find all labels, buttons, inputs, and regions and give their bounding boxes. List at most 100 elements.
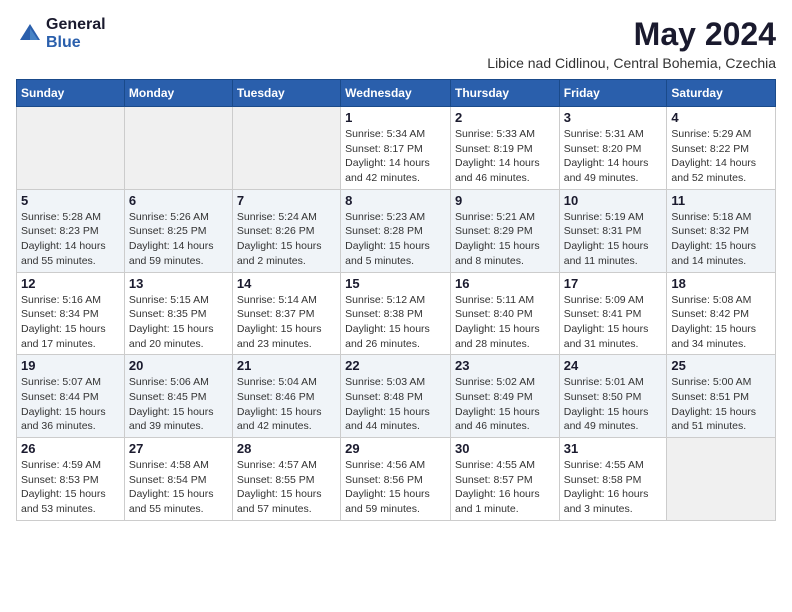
table-row: 12Sunrise: 5:16 AM Sunset: 8:34 PM Dayli… — [17, 272, 125, 355]
day-info: Sunrise: 5:15 AM Sunset: 8:35 PM Dayligh… — [129, 293, 228, 352]
logo-blue: Blue — [46, 34, 106, 52]
header-saturday: Saturday — [667, 80, 776, 107]
day-number: 2 — [455, 110, 555, 125]
day-info: Sunrise: 5:19 AM Sunset: 8:31 PM Dayligh… — [564, 210, 663, 269]
day-number: 16 — [455, 276, 555, 291]
table-row: 8 Sunrise: 5:23 AM Sunset: 8:28 PM Daylig… — [341, 189, 451, 272]
day-info: Sunrise: 5:06 AM Sunset: 8:45 PM Dayligh… — [129, 375, 228, 434]
page-header: General Blue May 2024 Libice nad Cidlino… — [16, 16, 776, 71]
day-info: Sunrise: 5:00 AM Sunset: 8:51 PM Dayligh… — [671, 375, 771, 434]
day-number: 9 — [455, 193, 555, 208]
day-number: 30 — [455, 441, 555, 456]
table-row — [17, 107, 125, 190]
table-row: 5Sunrise: 5:28 AM Sunset: 8:23 PM Daylig… — [17, 189, 125, 272]
table-row: 25 Sunrise: 5:00 AM Sunset: 8:51 PM Dayli… — [667, 355, 776, 438]
weekday-header-row: Sunday Monday Tuesday Wednesday Thursday… — [17, 80, 776, 107]
table-row: 15 Sunrise: 5:12 AM Sunset: 8:38 PM Dayli… — [341, 272, 451, 355]
header-friday: Friday — [559, 80, 667, 107]
calendar-week-row: 12Sunrise: 5:16 AM Sunset: 8:34 PM Dayli… — [17, 272, 776, 355]
table-row — [667, 438, 776, 521]
month-year-title: May 2024 — [487, 16, 776, 53]
table-row: 6 Sunrise: 5:26 AM Sunset: 8:25 PM Daylig… — [124, 189, 232, 272]
table-row: 10 Sunrise: 5:19 AM Sunset: 8:31 PM Dayli… — [559, 189, 667, 272]
day-info: Sunrise: 5:01 AM Sunset: 8:50 PM Dayligh… — [564, 375, 663, 434]
table-row: 2Sunrise: 5:33 AM Sunset: 8:19 PM Daylig… — [450, 107, 559, 190]
day-info: Sunrise: 5:21 AM Sunset: 8:29 PM Dayligh… — [455, 210, 555, 269]
day-info: Sunrise: 5:28 AM Sunset: 8:23 PM Dayligh… — [21, 210, 120, 269]
table-row — [124, 107, 232, 190]
day-info: Sunrise: 5:11 AM Sunset: 8:40 PM Dayligh… — [455, 293, 555, 352]
table-row: 29Sunrise: 4:56 AM Sunset: 8:56 PM Dayli… — [341, 438, 451, 521]
logo: General Blue — [16, 16, 106, 51]
table-row: 16 Sunrise: 5:11 AM Sunset: 8:40 PM Dayli… — [450, 272, 559, 355]
table-row: 1Sunrise: 5:34 AM Sunset: 8:17 PM Daylig… — [341, 107, 451, 190]
logo-general: General — [46, 16, 106, 34]
location-label: Libice nad Cidlinou, Central Bohemia, Cz… — [487, 55, 776, 71]
table-row: 30Sunrise: 4:55 AM Sunset: 8:57 PM Dayli… — [450, 438, 559, 521]
header-thursday: Thursday — [450, 80, 559, 107]
day-number: 24 — [564, 358, 663, 373]
day-number: 18 — [671, 276, 771, 291]
table-row: 22 Sunrise: 5:03 AM Sunset: 8:48 PM Dayli… — [341, 355, 451, 438]
day-number: 13 — [129, 276, 228, 291]
logo-icon — [16, 20, 44, 48]
table-row: 4Sunrise: 5:29 AM Sunset: 8:22 PM Daylig… — [667, 107, 776, 190]
day-number: 25 — [671, 358, 771, 373]
day-info: Sunrise: 5:03 AM Sunset: 8:48 PM Dayligh… — [345, 375, 446, 434]
day-info: Sunrise: 5:14 AM Sunset: 8:37 PM Dayligh… — [237, 293, 336, 352]
day-info: Sunrise: 5:18 AM Sunset: 8:32 PM Dayligh… — [671, 210, 771, 269]
day-number: 14 — [237, 276, 336, 291]
day-info: Sunrise: 4:58 AM Sunset: 8:54 PM Dayligh… — [129, 458, 228, 517]
calendar-week-row: 5Sunrise: 5:28 AM Sunset: 8:23 PM Daylig… — [17, 189, 776, 272]
day-info: Sunrise: 5:31 AM Sunset: 8:20 PM Dayligh… — [564, 127, 663, 186]
day-info: Sunrise: 5:23 AM Sunset: 8:28 PM Dayligh… — [345, 210, 446, 269]
calendar-week-row: 1Sunrise: 5:34 AM Sunset: 8:17 PM Daylig… — [17, 107, 776, 190]
day-number: 3 — [564, 110, 663, 125]
calendar-table: Sunday Monday Tuesday Wednesday Thursday… — [16, 79, 776, 521]
day-number: 6 — [129, 193, 228, 208]
table-row: 9 Sunrise: 5:21 AM Sunset: 8:29 PM Daylig… — [450, 189, 559, 272]
table-row: 3 Sunrise: 5:31 AM Sunset: 8:20 PM Daylig… — [559, 107, 667, 190]
table-row: 27 Sunrise: 4:58 AM Sunset: 8:54 PM Dayli… — [124, 438, 232, 521]
day-info: Sunrise: 5:07 AM Sunset: 8:44 PM Dayligh… — [21, 375, 120, 434]
day-number: 21 — [237, 358, 336, 373]
calendar-week-row: 26Sunrise: 4:59 AM Sunset: 8:53 PM Dayli… — [17, 438, 776, 521]
day-number: 27 — [129, 441, 228, 456]
header-tuesday: Tuesday — [232, 80, 340, 107]
table-row: 11 Sunrise: 5:18 AM Sunset: 8:32 PM Dayli… — [667, 189, 776, 272]
day-number: 11 — [671, 193, 771, 208]
day-number: 19 — [21, 358, 120, 373]
table-row: 13 Sunrise: 5:15 AM Sunset: 8:35 PM Dayli… — [124, 272, 232, 355]
day-info: Sunrise: 5:16 AM Sunset: 8:34 PM Dayligh… — [21, 293, 120, 352]
day-number: 31 — [564, 441, 663, 456]
table-row: 14 Sunrise: 5:14 AM Sunset: 8:37 PM Dayli… — [232, 272, 340, 355]
table-row: 17 Sunrise: 5:09 AM Sunset: 8:41 PM Dayli… — [559, 272, 667, 355]
day-number: 10 — [564, 193, 663, 208]
header-sunday: Sunday — [17, 80, 125, 107]
table-row: 24 Sunrise: 5:01 AM Sunset: 8:50 PM Dayli… — [559, 355, 667, 438]
day-number: 8 — [345, 193, 446, 208]
day-info: Sunrise: 4:57 AM Sunset: 8:55 PM Dayligh… — [237, 458, 336, 517]
day-number: 15 — [345, 276, 446, 291]
header-monday: Monday — [124, 80, 232, 107]
table-row: 28Sunrise: 4:57 AM Sunset: 8:55 PM Dayli… — [232, 438, 340, 521]
table-row: 7 Sunrise: 5:24 AM Sunset: 8:26 PM Daylig… — [232, 189, 340, 272]
day-info: Sunrise: 5:24 AM Sunset: 8:26 PM Dayligh… — [237, 210, 336, 269]
table-row: 26Sunrise: 4:59 AM Sunset: 8:53 PM Dayli… — [17, 438, 125, 521]
title-section: May 2024 Libice nad Cidlinou, Central Bo… — [487, 16, 776, 71]
day-number: 29 — [345, 441, 446, 456]
day-number: 7 — [237, 193, 336, 208]
day-number: 17 — [564, 276, 663, 291]
header-wednesday: Wednesday — [341, 80, 451, 107]
day-info: Sunrise: 4:55 AM Sunset: 8:58 PM Dayligh… — [564, 458, 663, 517]
table-row: 21Sunrise: 5:04 AM Sunset: 8:46 PM Dayli… — [232, 355, 340, 438]
day-info: Sunrise: 5:09 AM Sunset: 8:41 PM Dayligh… — [564, 293, 663, 352]
day-info: Sunrise: 5:08 AM Sunset: 8:42 PM Dayligh… — [671, 293, 771, 352]
day-info: Sunrise: 5:02 AM Sunset: 8:49 PM Dayligh… — [455, 375, 555, 434]
day-number: 23 — [455, 358, 555, 373]
day-info: Sunrise: 5:26 AM Sunset: 8:25 PM Dayligh… — [129, 210, 228, 269]
day-info: Sunrise: 5:12 AM Sunset: 8:38 PM Dayligh… — [345, 293, 446, 352]
day-number: 22 — [345, 358, 446, 373]
day-info: Sunrise: 4:59 AM Sunset: 8:53 PM Dayligh… — [21, 458, 120, 517]
table-row: 20Sunrise: 5:06 AM Sunset: 8:45 PM Dayli… — [124, 355, 232, 438]
